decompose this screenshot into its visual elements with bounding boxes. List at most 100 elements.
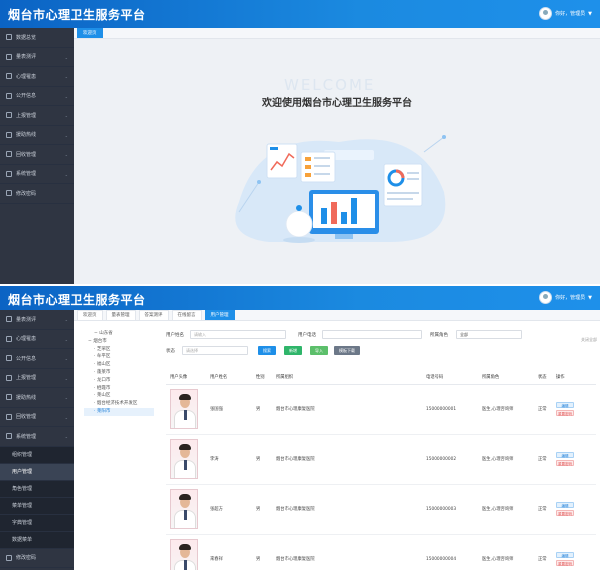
sidebar-item[interactable]: 心理罹患 ⌄ xyxy=(0,67,74,87)
info-icon xyxy=(6,355,12,362)
column-header: 用户头像 xyxy=(166,370,206,385)
tree-node[interactable]: − 烟台市 xyxy=(84,338,154,346)
tree-node-label: 蓬莱市 xyxy=(96,369,111,375)
reset-password-button[interactable]: 重置密码 xyxy=(556,560,574,566)
tree-node[interactable]: · 龙口市 xyxy=(84,377,154,385)
tree-node-label: 福山区 xyxy=(96,362,111,368)
sidebar: 量表测评 ⌄ 心理罹患 ⌄ 公开信息 ⌄ 上报管理 ⌄ 援助热线 ⌄ 回收管理 ⌄ 系统管理 ⌄ 组织管理用… xyxy=(0,310,74,570)
tree-node[interactable]: · 莱山区 xyxy=(84,392,154,400)
sidebar-item[interactable]: 援助热线 ⌄ xyxy=(0,388,74,408)
chevron-down-icon: ⌄ xyxy=(64,414,68,420)
avatar-cell xyxy=(166,384,206,435)
sidebar-item[interactable]: 量表测评 ⌄ xyxy=(0,48,74,67)
sidebar-subitem[interactable]: 字典管理 xyxy=(0,514,74,532)
sidebar-item[interactable]: 修改密码 xyxy=(0,184,74,204)
sidebar-item[interactable]: 回收管理 ⌄ xyxy=(0,145,74,165)
tab-item[interactable]: 量表管理 xyxy=(105,310,136,320)
sidebar-subitem[interactable]: 菜单管理 xyxy=(0,497,74,515)
tree-node[interactable]: · 福山区 xyxy=(84,361,154,369)
user-menu[interactable]: 你好，管理员 ▼ xyxy=(539,7,592,20)
tree-node[interactable]: · 莱阳市 xyxy=(84,407,154,416)
status-select[interactable]: 请选择 xyxy=(182,346,248,355)
sidebar-item[interactable]: 援助热线 ⌄ xyxy=(0,126,74,145)
sidebar-item[interactable]: 系统管理 ⌄ xyxy=(0,427,74,447)
user-name: 张国强 xyxy=(206,384,252,435)
tab-item[interactable]: 答案测评 xyxy=(138,310,169,320)
add-button[interactable]: 新增 xyxy=(284,346,302,355)
sidebar-item[interactable]: 公开信息 ⌄ xyxy=(0,349,74,369)
phone-input[interactable] xyxy=(322,330,422,339)
dashboard-illustration xyxy=(235,135,446,243)
user-status: 正常 xyxy=(534,434,552,485)
edit-button[interactable]: 编辑 xyxy=(556,502,574,508)
gear-icon xyxy=(6,170,12,177)
actions-cell: 编辑 重置密码 xyxy=(552,434,596,485)
template-download-button[interactable]: 模板下载 xyxy=(334,346,360,355)
tree-node-label: 芝罘区 xyxy=(96,346,111,352)
tree-node[interactable]: · 烟台经济技术开发区 xyxy=(84,400,154,408)
sidebar-item-label: 心理罹患 xyxy=(16,73,37,80)
edit-button[interactable]: 编辑 xyxy=(556,402,574,408)
user-phone: 15000000002 xyxy=(422,434,478,485)
user-table: 用户头像 用户姓名 性别 所属组织 电话号码 所属角色 状态 操作 张国强男烟台市心理康复医院… xyxy=(166,370,596,570)
role-select[interactable]: 全部 xyxy=(456,330,522,339)
reset-password-button[interactable]: 重置密码 xyxy=(556,510,574,516)
sidebar-item-label: 角色管理 xyxy=(12,486,33,492)
grid-icon xyxy=(6,53,12,60)
welcome-title: 欢迎使用烟台市心理卫生服务平台 xyxy=(262,98,412,109)
tree-node[interactable]: − 山东省 xyxy=(84,330,154,338)
import-button[interactable]: 导入 xyxy=(310,346,328,355)
user-photo xyxy=(170,539,198,570)
tab-item[interactable]: 在线留言 xyxy=(171,310,202,320)
sidebar-subitem[interactable]: 组织管理 xyxy=(0,446,74,464)
name-input[interactable]: 请输入 xyxy=(190,330,286,339)
sidebar-item[interactable]: 心理罹患 ⌄ xyxy=(0,330,74,349)
tree-node[interactable]: · 蓬莱市 xyxy=(84,369,154,377)
region-tree: − 山东省 − 烟台市 · 芝罘区 · 牟平区 · 福山区 · 蓬莱市 · 龙口市 · 栖霞市… xyxy=(84,330,154,416)
sidebar-item-label: 回收管理 xyxy=(16,151,37,158)
upload-icon xyxy=(6,112,12,119)
sidebar-item[interactable]: 公开信息 ⌄ xyxy=(0,87,74,106)
chevron-down-icon: ⌄ xyxy=(64,434,68,439)
close-all-tabs[interactable]: 关闭全部 xyxy=(581,337,597,343)
sidebar-item[interactable]: 数据总览 xyxy=(0,28,74,48)
sidebar-item[interactable]: 系统管理 ⌄ xyxy=(0,165,74,184)
user-role: 医生,心理咨询师 xyxy=(478,434,534,485)
sidebar-item[interactable]: 上报管理 ⌄ xyxy=(0,106,74,126)
app-title: 烟台市心理卫生服务平台 xyxy=(8,8,146,22)
chevron-down-icon: ▼ xyxy=(588,10,592,17)
edit-button[interactable]: 编辑 xyxy=(556,552,574,558)
edit-button[interactable]: 编辑 xyxy=(556,452,574,458)
sidebar-item-label: 组织管理 xyxy=(12,452,33,458)
user-status: 正常 xyxy=(534,534,552,570)
sidebar-item[interactable]: 量表测评 ⌄ xyxy=(0,310,74,330)
tree-node[interactable]: · 栖霞市 xyxy=(84,385,154,393)
search-button[interactable]: 搜索 xyxy=(258,346,276,355)
sidebar-item-label: 系统管理 xyxy=(16,171,37,178)
column-header: 状态 xyxy=(534,370,552,385)
user-label: 你好，管理员 xyxy=(555,11,586,17)
tree-node[interactable]: · 芝罘区 xyxy=(84,346,154,354)
tab-welcome[interactable]: 欢迎页 xyxy=(77,28,103,38)
avatar-cell xyxy=(166,534,206,570)
sidebar-subitem[interactable]: 用户管理 xyxy=(0,463,74,481)
tab-item[interactable]: 用户管理 xyxy=(204,310,235,320)
sidebar-item[interactable]: 回收管理 ⌄ xyxy=(0,408,74,427)
tree-node[interactable]: · 牟平区 xyxy=(84,353,154,361)
name-label: 用户姓名 xyxy=(166,333,184,338)
chevron-down-icon: ⌄ xyxy=(64,336,68,342)
grid-icon xyxy=(6,316,12,323)
sidebar-subitem[interactable]: 角色管理 xyxy=(0,480,74,498)
reset-password-button[interactable]: 重置密码 xyxy=(556,410,574,416)
sidebar-subitem[interactable]: 数据菜单 xyxy=(0,531,74,549)
sidebar-item[interactable]: 上报管理 ⌄ xyxy=(0,369,74,388)
user-status: 正常 xyxy=(534,484,552,535)
actions-cell: 编辑 重置密码 xyxy=(552,484,596,535)
sidebar-item[interactable]: 修改密码 xyxy=(0,549,74,568)
reset-password-button[interactable]: 重置密码 xyxy=(556,460,574,466)
tab-item[interactable]: 欢迎页 xyxy=(77,310,103,320)
chevron-down-icon: ⌄ xyxy=(64,356,68,361)
user-menu[interactable]: 你好，管理员 ▼ xyxy=(539,291,592,304)
lock-icon xyxy=(6,190,12,197)
chevron-down-icon: ⌄ xyxy=(64,375,68,381)
